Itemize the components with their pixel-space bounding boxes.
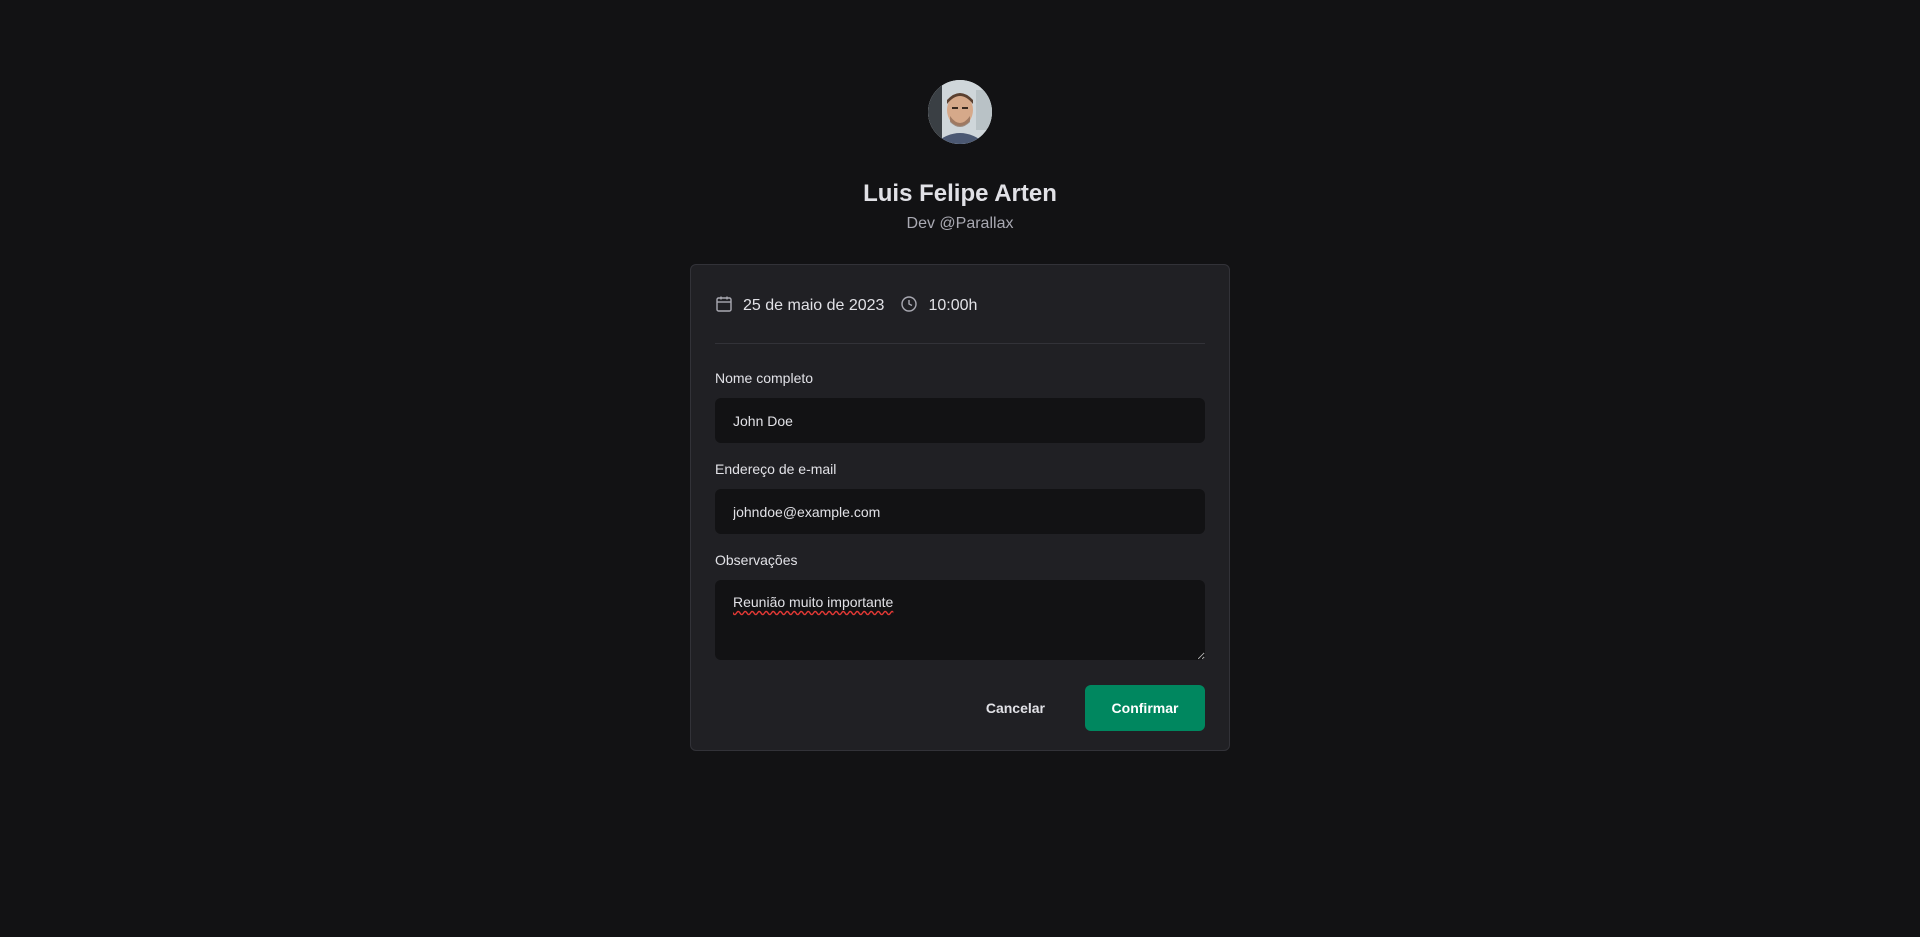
avatar (928, 80, 992, 144)
name-input[interactable] (715, 398, 1205, 443)
notes-label: Observações (715, 552, 798, 568)
schedule-time-text: 10:00h (928, 297, 978, 314)
cancel-button[interactable]: Cancelar (962, 685, 1069, 731)
notes-field-group: Observações Reunião muito importante (715, 552, 1205, 665)
schedule-date: 25 de maio de 2023 (715, 295, 884, 318)
email-field-group: Endereço de e-mail (715, 461, 1205, 534)
email-label: Endereço de e-mail (715, 461, 837, 477)
avatar-photo (928, 80, 992, 144)
profile-role: Dev @Parallax (906, 215, 1014, 232)
booking-form-card: 25 de maio de 2023 10:00h Nome completo … (690, 264, 1230, 751)
page: Luis Felipe Arten Dev @Parallax 25 de ma… (0, 0, 1920, 937)
form-actions: Cancelar Confirmar (715, 685, 1205, 731)
schedule-time: 10:00h (900, 295, 977, 318)
notes-textarea[interactable]: Reunião muito importante (715, 580, 1205, 660)
schedule-date-text: 25 de maio de 2023 (743, 297, 885, 314)
profile-name: Luis Felipe Arten (863, 180, 1057, 207)
profile-header: Luis Felipe Arten Dev @Parallax (0, 80, 1920, 234)
divider (715, 343, 1205, 344)
calendar-icon (715, 295, 743, 318)
schedule-summary: 25 de maio de 2023 10:00h (715, 289, 1205, 323)
email-input[interactable] (715, 489, 1205, 534)
clock-icon (900, 295, 928, 318)
name-label: Nome completo (715, 370, 814, 386)
name-field-group: Nome completo (715, 370, 1205, 443)
confirm-button[interactable]: Confirmar (1085, 685, 1205, 731)
